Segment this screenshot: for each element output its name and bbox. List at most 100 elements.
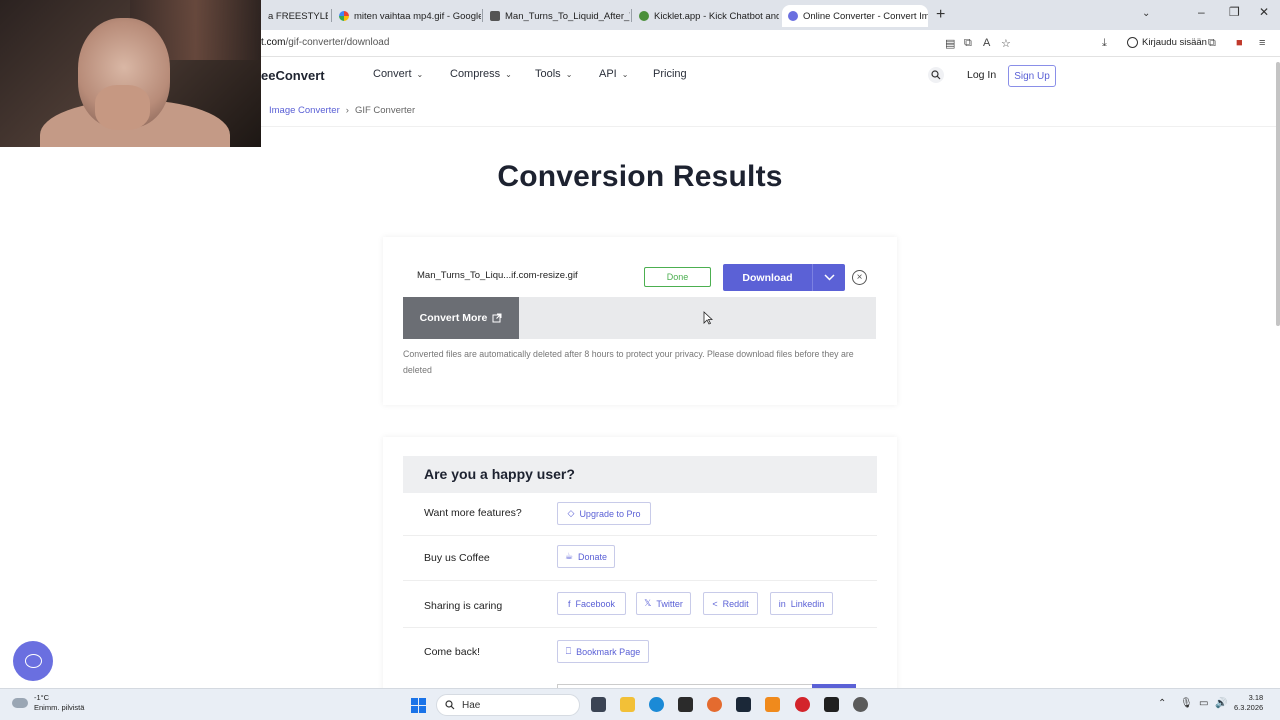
convert-more-button[interactable]: Convert More <box>403 297 519 339</box>
extension-badge-icon[interactable]: ■ <box>1236 37 1243 49</box>
page-title: Conversion Results <box>497 160 783 193</box>
url-text[interactable]: t.com/gif-converter/download <box>261 37 389 48</box>
nav-pricing[interactable]: Pricing <box>653 68 687 80</box>
diamond-icon: ◇ <box>567 508 575 518</box>
share-reddit-button[interactable]: < Reddit <box>703 592 758 615</box>
browser-tab[interactable]: Kicklet.app - Kick Chatbot and C ✕ <box>633 5 779 27</box>
row-label-coffee: Buy us Coffee <box>424 552 490 564</box>
share-twitter-button[interactable]: 𝕏 Twitter <box>636 592 691 615</box>
windows-start-icon[interactable] <box>411 698 426 713</box>
chevron-down-icon[interactable]: ⌄ <box>1142 8 1150 19</box>
task-view-icon[interactable] <box>591 697 606 712</box>
site-logo[interactable]: eeConvert <box>261 68 325 83</box>
profile-icon <box>1127 37 1138 48</box>
chevron-down-icon: ⌄ <box>565 69 573 79</box>
cloud-icon <box>12 698 28 708</box>
bookmark-icon: ⎕ <box>565 646 572 656</box>
screenshot-icon[interactable]: ⧉ <box>964 37 972 50</box>
download-button[interactable]: Download <box>723 264 813 291</box>
file-icon <box>490 11 500 21</box>
breadcrumb-gif-converter[interactable]: GIF Converter <box>355 105 415 116</box>
share-linkedin-button[interactable]: in Linkedin <box>770 592 833 615</box>
share-icon: < <box>712 598 718 609</box>
minimize-icon[interactable]: – <box>1198 5 1205 19</box>
x-twitter-icon: 𝕏 <box>644 598 652 608</box>
kicklet-icon <box>639 11 649 21</box>
coffee-cup-icon: ☕ <box>564 551 574 561</box>
breadcrumb: Image Converter › GIF Converter <box>269 105 415 116</box>
steam-icon[interactable] <box>736 697 751 712</box>
google-icon <box>339 11 349 21</box>
linkedin-icon: in <box>778 598 786 609</box>
chevron-down-icon: ⌄ <box>621 69 629 79</box>
taskbar: -1°C Enimm. pilvistä Hae ⌃ 🎙 ▭ 🔊 3.18 6.… <box>0 688 1280 720</box>
microphone-icon[interactable]: 🎙 <box>1180 698 1193 709</box>
tab-label: a FREESTYLE - <box>268 10 328 22</box>
chevron-down-icon: ⌄ <box>416 69 424 79</box>
window-close-icon[interactable]: ✕ <box>1259 5 1269 19</box>
signup-button[interactable]: Sign Up <box>1008 65 1056 87</box>
nav-compress[interactable]: Compress ⌄ <box>450 68 512 80</box>
maximize-icon[interactable]: ❐ <box>1229 5 1240 19</box>
file-explorer-icon[interactable] <box>620 697 635 712</box>
search-icon[interactable] <box>928 67 944 83</box>
facebook-icon: f <box>567 598 571 609</box>
search-icon <box>445 700 455 710</box>
browser-tab[interactable]: a FREESTYLE - ✕ <box>262 5 328 27</box>
obs-icon[interactable] <box>853 697 868 712</box>
chevron-down-icon: ⌄ <box>505 69 512 79</box>
favorite-star-icon[interactable]: ☆ <box>1001 37 1011 50</box>
reader-mode-icon[interactable]: ▤ <box>945 37 955 50</box>
speaker-icon[interactable]: 🔊 <box>1215 698 1227 709</box>
network-icon[interactable]: ▭ <box>1199 698 1208 709</box>
browser-tab[interactable]: miten vaihtaa mp4.gif - Google ✕ <box>333 5 481 27</box>
menu-icon[interactable]: ≡ <box>1259 37 1265 49</box>
chevron-right-icon: › <box>345 105 349 116</box>
breadcrumb-image-converter[interactable]: Image Converter <box>269 105 340 116</box>
translate-icon[interactable]: A <box>983 37 990 49</box>
system-clock[interactable]: 3.18 6.3.2026 <box>1234 693 1263 713</box>
profile-sign-in[interactable]: Kirjaudu sisään <box>1127 37 1207 48</box>
extensions-icon[interactable]: ⧉ <box>1208 37 1216 50</box>
tab-label: Kicklet.app - Kick Chatbot and C <box>654 10 779 22</box>
tab-label: Man_Turns_To_Liquid_After_Trip <box>505 10 630 22</box>
remove-file-icon[interactable]: × <box>852 270 867 285</box>
row-label-come-back: Come back! <box>424 646 481 658</box>
mouse-cursor-icon <box>703 311 713 325</box>
new-tab-icon[interactable]: + <box>936 6 945 24</box>
browser-tab[interactable]: Man_Turns_To_Liquid_After_Trip ✕ <box>484 5 630 27</box>
status-badge: Done <box>644 267 711 287</box>
vlc-icon[interactable] <box>765 697 780 712</box>
store-icon[interactable] <box>678 697 693 712</box>
nav-tools[interactable]: Tools ⌄ <box>535 68 572 80</box>
tray-chevron-up-icon[interactable]: ⌃ <box>1158 698 1166 709</box>
nav-convert[interactable]: Convert ⌄ <box>373 68 423 80</box>
freeconvert-icon <box>788 11 798 21</box>
share-facebook-button[interactable]: f Facebook <box>557 592 626 615</box>
login-link[interactable]: Log In <box>967 69 996 81</box>
bookmark-page-button[interactable]: ⎕ Bookmark Page <box>557 640 649 663</box>
page-scrollbar[interactable] <box>1276 62 1280 326</box>
privacy-notice: Converted files are automatically delete… <box>403 349 854 375</box>
file-name: Man_Turns_To_Liqu...if.com-resize.gif <box>417 270 578 281</box>
download-icon[interactable]: ⤓ <box>1102 37 1107 50</box>
row-label-sharing: Sharing is caring <box>424 600 503 612</box>
chat-bubble-icon <box>24 654 42 668</box>
download-button-group: Download <box>723 264 845 291</box>
opera-icon[interactable] <box>795 697 810 712</box>
chat-support-button[interactable] <box>13 641 53 681</box>
nav-api[interactable]: API ⌄ <box>599 68 628 80</box>
upgrade-to-pro-button[interactable]: ◇ Upgrade to Pro <box>557 502 651 525</box>
tab-label: miten vaihtaa mp4.gif - Google <box>354 10 481 22</box>
weather-widget[interactable]: -1°C Enimm. pilvistä <box>12 693 84 713</box>
browser-tab-active[interactable]: Online Converter - Convert Ima ✕ <box>782 5 928 27</box>
edge-icon[interactable] <box>649 697 664 712</box>
external-link-icon <box>492 313 502 323</box>
download-options-chevron-icon[interactable] <box>813 264 845 291</box>
donate-button[interactable]: ☕ Donate <box>557 545 615 568</box>
happy-user-title: Are you a happy user? <box>424 466 575 482</box>
terminal-icon[interactable] <box>824 697 839 712</box>
taskbar-search[interactable]: Hae <box>436 694 580 716</box>
tab-label: Online Converter - Convert Ima <box>803 10 928 22</box>
firefox-icon[interactable] <box>707 697 722 712</box>
